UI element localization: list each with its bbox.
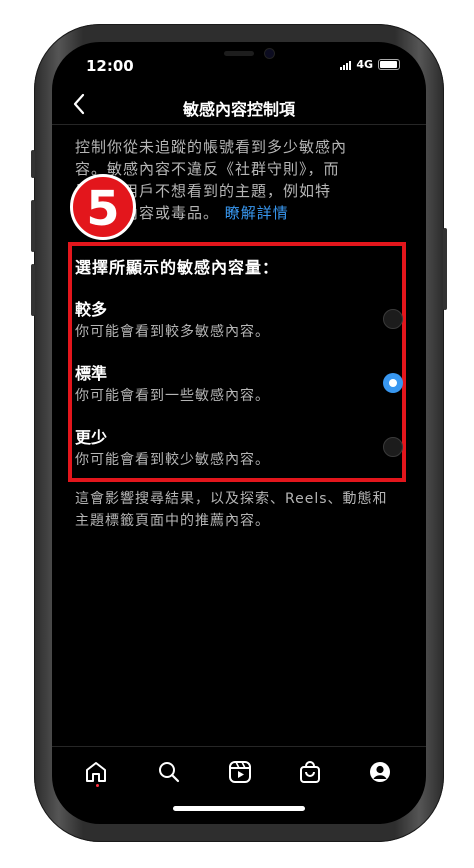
reels-icon[interactable] xyxy=(227,759,253,785)
radio-button-selected[interactable] xyxy=(383,373,403,393)
footer-note-line: 這會影響搜尋結果，以及探索、Reels、動態和 xyxy=(75,491,388,507)
status-time: 12:00 xyxy=(86,57,134,75)
camera xyxy=(265,49,274,58)
screen: 12:00 4G 敏感內容控制項 控制你從未追蹤的帳號看到多少敏感內 容。敏感內… xyxy=(52,42,426,824)
option-description: 你可能會看到較少敏感內容。 xyxy=(75,452,270,468)
search-icon[interactable] xyxy=(156,759,182,785)
volume-up-button xyxy=(31,200,35,252)
section-title: 選擇所顯示的敏感內容量： xyxy=(75,258,280,277)
step-number-badge: 5 xyxy=(70,174,136,240)
option-standard[interactable]: 標準 你可能會看到一些敏感內容。 xyxy=(52,360,426,408)
option-less[interactable]: 更少 你可能會看到較少敏感內容。 xyxy=(52,424,426,472)
signal-icon xyxy=(340,60,352,70)
option-description: 你可能會看到較多敏感內容。 xyxy=(75,324,270,340)
tab-bar xyxy=(52,746,426,797)
shop-icon[interactable] xyxy=(297,759,323,785)
notch xyxy=(179,42,299,72)
option-label: 標準 xyxy=(75,364,108,383)
battery-icon xyxy=(378,59,400,70)
mute-switch xyxy=(31,150,35,178)
footer-note: 這會影響搜尋結果，以及探索、Reels、動態和 主題標籤頁面中的推薦內容。 xyxy=(75,488,405,532)
volume-down-button xyxy=(31,264,35,316)
speaker xyxy=(224,51,254,56)
home-icon[interactable] xyxy=(83,759,109,785)
status-indicators: 4G xyxy=(340,58,400,71)
notification-dot xyxy=(96,784,99,787)
header: 敏感內容控制項 xyxy=(52,88,426,125)
page-title: 敏感內容控制項 xyxy=(182,100,295,119)
radio-button[interactable] xyxy=(383,437,403,457)
network-label: 4G xyxy=(356,58,373,71)
profile-icon[interactable] xyxy=(367,759,393,785)
description-line: 容。敏感內容不違反《社群守則》，而 xyxy=(75,160,340,178)
option-more[interactable]: 較多 你可能會看到較多敏感內容。 xyxy=(52,296,426,344)
option-description: 你可能會看到一些敏感內容。 xyxy=(75,388,270,404)
footer-note-line: 主題標籤頁面中的推薦內容。 xyxy=(75,513,270,529)
learn-more-link[interactable]: 瞭解詳情 xyxy=(225,204,289,222)
power-button xyxy=(443,228,447,310)
option-label: 較多 xyxy=(75,300,108,319)
home-indicator[interactable] xyxy=(173,806,305,811)
radio-button[interactable] xyxy=(383,309,403,329)
option-label: 更少 xyxy=(75,428,108,447)
description-line: 控制你從未追蹤的帳號看到多少敏感內 xyxy=(75,138,348,156)
